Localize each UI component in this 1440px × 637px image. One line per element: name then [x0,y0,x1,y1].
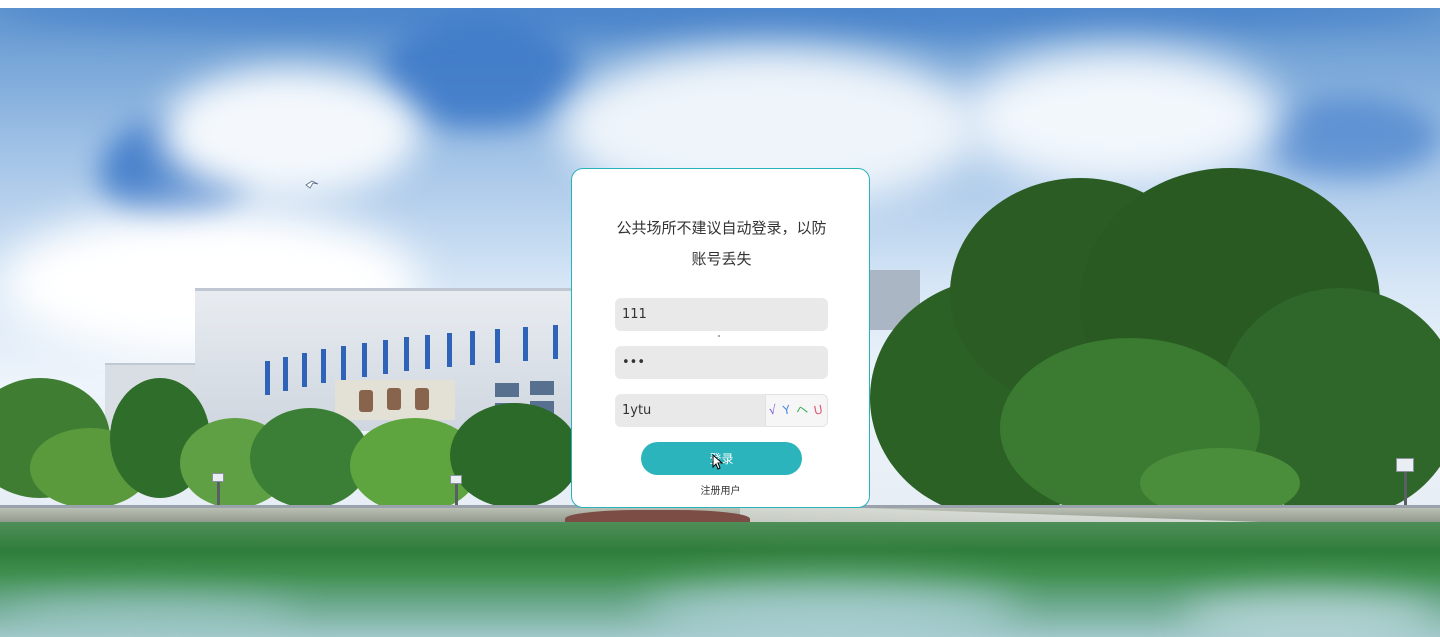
water-highlight [0,597,300,637]
login-card: 公共场所不建议自动登录，以防账号丢失 √ Y ヘ U 登录 注册用户 [571,168,870,508]
login-page: 公共场所不建议自动登录，以防账号丢失 √ Y ヘ U 登录 注册用户 [0,0,1440,637]
pond-reflection [0,522,1440,637]
lamp-head [212,473,224,482]
captcha-char: Y [781,402,793,418]
mouse-cursor-icon [712,454,724,470]
window [447,333,452,367]
window [425,335,430,369]
window [470,331,475,365]
window [495,329,500,363]
building-sign [335,380,455,420]
window [321,349,326,383]
window [283,357,288,391]
sign-character [359,390,373,412]
window [523,327,528,361]
window [265,361,270,395]
water-highlight [640,582,1020,637]
window [341,346,346,380]
captcha-char: √ [768,402,780,418]
password-input[interactable] [615,346,828,379]
separator-dot [718,335,720,337]
window [302,353,307,387]
lamp-head [450,475,462,484]
window [404,337,409,371]
bird-icon [305,180,319,189]
username-input[interactable] [615,298,828,331]
tree [450,403,580,508]
register-link[interactable]: 注册用户 [572,482,869,497]
cloud [960,48,1280,188]
window [362,343,367,377]
window [495,383,519,397]
captcha-char: ヘ [794,401,811,419]
cloud [160,68,420,198]
sky-patch [1260,98,1440,178]
water-highlight [1180,592,1440,637]
window [553,325,558,359]
security-notice: 公共场所不建议自动登录，以防账号丢失 [616,219,827,268]
window [383,340,388,374]
captcha-char: U [812,402,825,418]
lamp-head [1396,458,1414,472]
top-strip [0,0,1440,8]
sign-character [387,388,401,410]
captcha-input[interactable] [615,394,765,427]
sign-character [415,388,429,410]
captcha-image[interactable]: √ Y ヘ U [765,394,828,427]
window [530,381,554,395]
